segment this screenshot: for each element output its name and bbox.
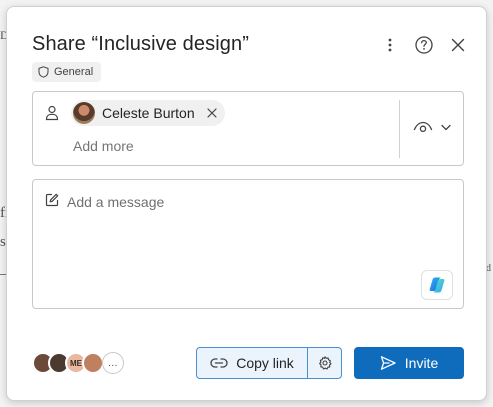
eye-icon [413, 121, 433, 133]
header-actions [376, 31, 472, 59]
dialog-title: Share “Inclusive design” [32, 33, 249, 55]
permission-dropdown[interactable] [413, 120, 451, 134]
help-button[interactable] [410, 31, 438, 59]
close-icon [207, 108, 217, 118]
sensitivity-label: General [54, 66, 94, 78]
avatar [82, 352, 104, 374]
close-icon [451, 38, 465, 52]
person-icon [45, 105, 59, 121]
copy-link-button[interactable]: Copy link [196, 347, 308, 379]
link-icon [210, 358, 228, 368]
message-input[interactable] [67, 192, 447, 212]
sensitivity-badge[interactable]: General [32, 62, 102, 82]
recipient-chip[interactable]: Celeste Burton [71, 100, 225, 126]
share-dialog: Share “Inclusive design” General Celeste… [6, 6, 487, 401]
copy-link-label: Copy link [236, 355, 294, 371]
invite-label: Invite [404, 355, 439, 371]
invite-button[interactable]: Invite [354, 347, 464, 379]
recipient-name: Celeste Burton [102, 105, 195, 121]
chevron-down-icon [441, 124, 451, 130]
more-vertical-icon [388, 38, 392, 52]
shield-icon [38, 66, 49, 78]
send-icon [380, 356, 396, 370]
copilot-button[interactable] [421, 270, 453, 300]
copilot-icon [429, 277, 445, 293]
link-settings-button[interactable] [307, 347, 342, 379]
help-icon [415, 36, 433, 54]
edit-icon [45, 193, 59, 207]
more-options-button[interactable] [376, 31, 404, 59]
more-icon: … [107, 357, 119, 369]
add-more-input[interactable] [73, 138, 373, 154]
remove-recipient-button[interactable] [207, 108, 217, 118]
message-field[interactable] [32, 179, 464, 309]
divider [399, 100, 400, 158]
avatar [73, 102, 95, 124]
background-glyph: s [0, 234, 6, 250]
gear-icon [318, 356, 332, 370]
recipients-field[interactable]: Celeste Burton [32, 91, 464, 166]
more-people-button[interactable]: … [102, 352, 124, 374]
close-button[interactable] [444, 31, 472, 59]
